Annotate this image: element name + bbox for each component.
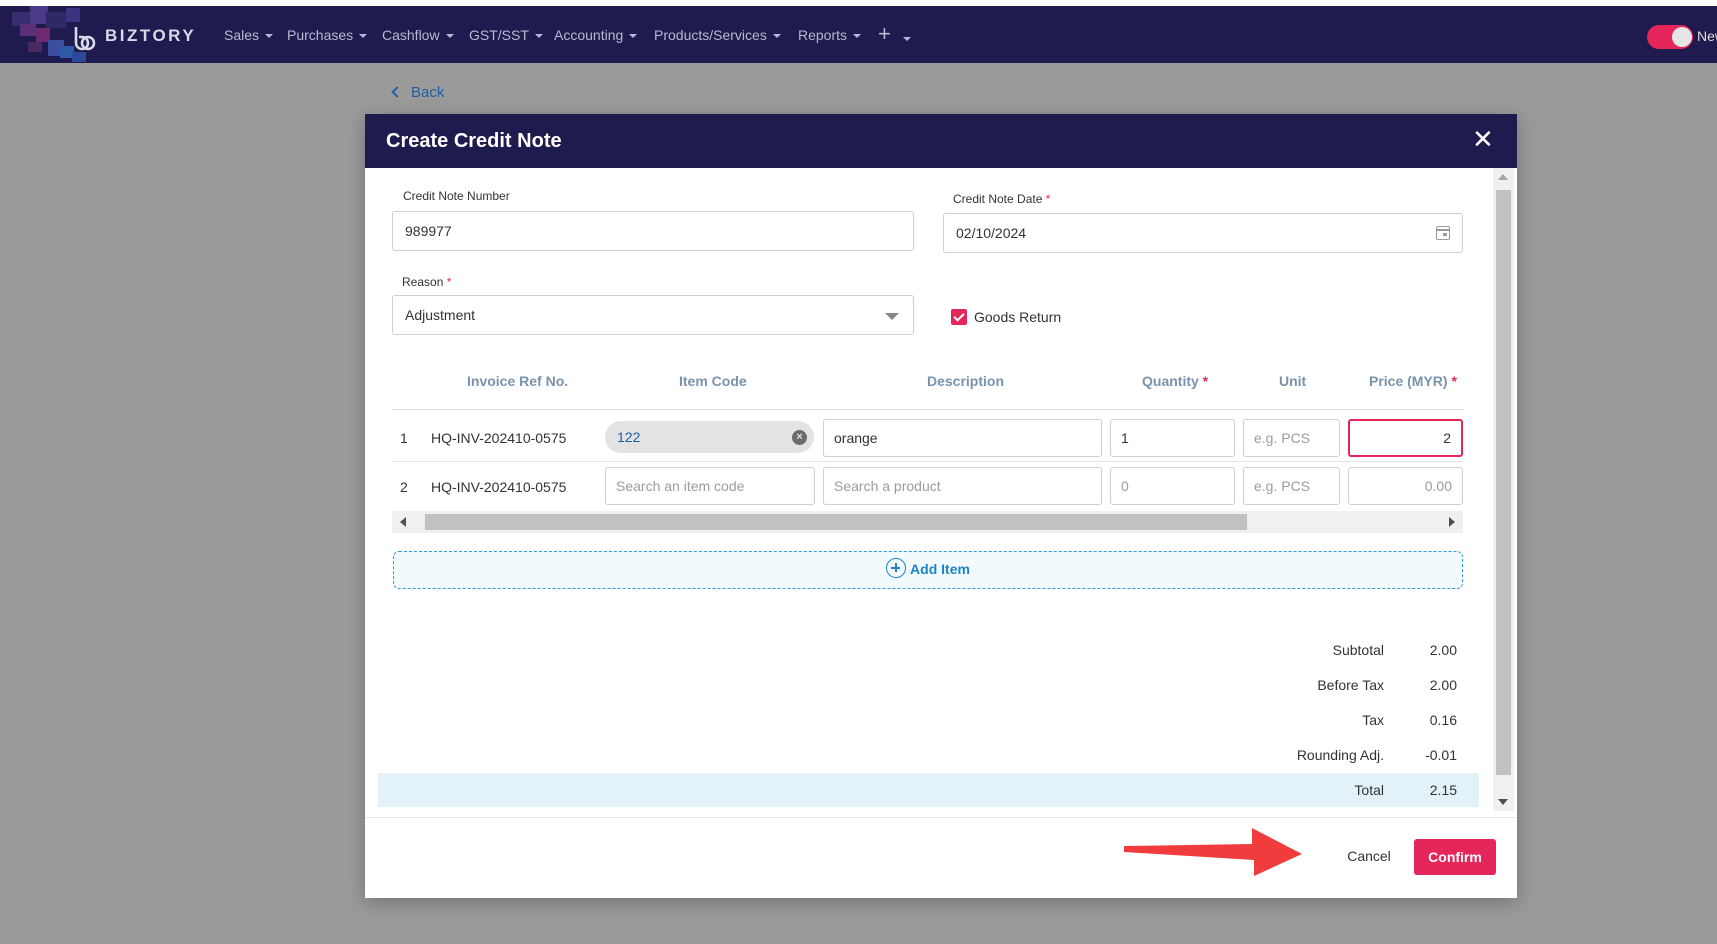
required-marker: * bbox=[446, 275, 452, 289]
col-price-label: Price (MYR) bbox=[1369, 373, 1448, 389]
scroll-up-icon[interactable] bbox=[1498, 174, 1508, 180]
modal-vertical-scrollbar[interactable] bbox=[1493, 168, 1514, 811]
credit-note-number-input[interactable]: 989977 bbox=[392, 211, 914, 251]
nav-reports-label: Reports bbox=[798, 27, 848, 43]
required-marker: * bbox=[1451, 373, 1457, 389]
goods-return-label[interactable]: Goods Return bbox=[974, 309, 1061, 325]
nav-accounting[interactable]: Accounting bbox=[554, 27, 638, 43]
price-input[interactable]: 0.00 bbox=[1348, 467, 1463, 505]
row-number: 2 bbox=[400, 479, 408, 495]
reason-select[interactable]: Adjustment bbox=[392, 295, 914, 335]
toggle-knob bbox=[1672, 27, 1692, 47]
nav-sales-label: Sales bbox=[224, 27, 260, 43]
brand-logo-icon bbox=[74, 27, 96, 51]
item-code-search-input[interactable]: Search an item code bbox=[605, 467, 815, 505]
modal-title: Create Credit Note bbox=[386, 130, 562, 152]
add-item-button[interactable]: Add Item bbox=[393, 551, 1463, 589]
modal-header: Create Credit Note ✕ bbox=[365, 114, 1517, 168]
product-search-input[interactable]: Search a product bbox=[823, 467, 1102, 505]
reason-value: Adjustment bbox=[405, 307, 476, 323]
scroll-right-icon[interactable] bbox=[1449, 517, 1455, 527]
goods-return-checkbox[interactable] bbox=[951, 309, 967, 325]
total-value: 2.15 bbox=[1429, 782, 1457, 798]
back-link[interactable]: Back bbox=[391, 84, 445, 101]
chevron-down-icon bbox=[265, 34, 274, 39]
clear-icon[interactable]: × bbox=[792, 430, 807, 445]
nav-purchases-label: Purchases bbox=[287, 27, 354, 43]
required-marker: * bbox=[1045, 192, 1051, 206]
chevron-down-icon bbox=[885, 313, 899, 320]
quantity-input[interactable]: 0 bbox=[1110, 467, 1235, 505]
chevron-down-icon bbox=[445, 34, 454, 39]
tax-value: 0.16 bbox=[1429, 712, 1457, 728]
chevron-down-icon bbox=[359, 34, 368, 39]
confirm-button[interactable]: Confirm bbox=[1414, 839, 1496, 875]
chevron-down-icon bbox=[629, 34, 638, 39]
chevron-down-icon[interactable] bbox=[903, 37, 911, 41]
nav-gst-sst[interactable]: GST/SST bbox=[469, 27, 543, 43]
scrollbar-thumb[interactable] bbox=[1496, 190, 1511, 775]
cancel-button[interactable]: Cancel bbox=[1336, 839, 1402, 873]
nav-accounting-label: Accounting bbox=[554, 27, 624, 43]
nav-purchases[interactable]: Purchases bbox=[287, 27, 368, 43]
chevron-down-icon bbox=[772, 34, 781, 39]
unit-input[interactable]: e.g. PCS bbox=[1243, 419, 1340, 457]
nav-cashflow[interactable]: Cashflow bbox=[382, 27, 454, 43]
scrollbar-thumb[interactable] bbox=[425, 514, 1247, 530]
chevron-down-icon bbox=[534, 34, 543, 39]
item-code-chip[interactable]: 122 bbox=[605, 421, 814, 453]
credit-note-number-label: Credit Note Number bbox=[403, 189, 510, 203]
before-tax-value: 2.00 bbox=[1429, 677, 1457, 693]
chevron-left-icon bbox=[391, 86, 403, 98]
credit-note-date-label: Credit Note Date * bbox=[953, 192, 1050, 206]
row-number: 1 bbox=[400, 430, 408, 446]
nav-reports[interactable]: Reports bbox=[798, 27, 862, 43]
invoice-ref: HQ-INV-202410-0575 bbox=[431, 479, 567, 495]
add-item-label: Add Item bbox=[910, 561, 970, 577]
close-icon[interactable]: ✕ bbox=[1472, 126, 1494, 152]
col-quantity: Quantity * bbox=[1142, 373, 1208, 389]
col-description: Description bbox=[927, 373, 1005, 389]
scroll-left-icon[interactable] bbox=[400, 517, 406, 527]
table-horizontal-scrollbar[interactable] bbox=[392, 511, 1463, 533]
nav-gst-sst-label: GST/SST bbox=[469, 27, 529, 43]
description-input[interactable]: orange bbox=[823, 419, 1102, 457]
nav-cashflow-label: Cashflow bbox=[382, 27, 440, 43]
col-item-code: Item Code bbox=[679, 373, 747, 389]
nav-sales[interactable]: Sales bbox=[224, 27, 274, 43]
col-invoice-ref: Invoice Ref No. bbox=[467, 373, 569, 389]
rounding-adj-value: -0.01 bbox=[1425, 747, 1457, 763]
chevron-down-icon bbox=[853, 34, 862, 39]
col-price: Price (MYR) * bbox=[1369, 373, 1457, 389]
footer-divider bbox=[365, 817, 1517, 818]
unit-input[interactable]: e.g. PCS bbox=[1243, 467, 1340, 505]
quantity-input[interactable]: 1 bbox=[1110, 419, 1235, 457]
annotation-arrow-icon bbox=[1124, 828, 1302, 876]
calendar-icon[interactable] bbox=[1436, 226, 1450, 240]
row-divider bbox=[392, 461, 1463, 462]
top-navbar: BIZTORY Sales Purchases Cashflow GST/SST… bbox=[0, 6, 1717, 63]
brand-name[interactable]: BIZTORY bbox=[105, 26, 196, 46]
credit-note-date-value: 02/10/2024 bbox=[956, 225, 1027, 241]
required-marker: * bbox=[1202, 373, 1209, 389]
create-credit-note-modal: Create Credit Note ✕ Credit Note Number … bbox=[365, 114, 1517, 898]
subtotal-value: 2.00 bbox=[1429, 642, 1457, 658]
plus-icon[interactable]: + bbox=[878, 21, 891, 47]
nav-products-services[interactable]: Products/Services bbox=[654, 27, 781, 43]
price-input[interactable]: 2 bbox=[1348, 419, 1463, 457]
table-header-divider bbox=[392, 409, 1463, 410]
toggle-label: New bbox=[1697, 28, 1717, 44]
col-quantity-label: Quantity bbox=[1142, 373, 1199, 389]
back-label: Back bbox=[411, 84, 445, 101]
col-unit: Unit bbox=[1279, 373, 1307, 389]
nav-products-services-label: Products/Services bbox=[654, 27, 767, 43]
plus-circle-icon bbox=[886, 558, 907, 579]
reason-label-text: Reason bbox=[402, 275, 444, 289]
reason-label: Reason * bbox=[402, 275, 451, 289]
credit-note-date-input[interactable]: 02/10/2024 bbox=[943, 213, 1463, 253]
scroll-down-icon[interactable] bbox=[1498, 799, 1508, 805]
credit-note-date-label-text: Credit Note Date bbox=[953, 192, 1043, 206]
invoice-ref: HQ-INV-202410-0575 bbox=[431, 430, 567, 446]
